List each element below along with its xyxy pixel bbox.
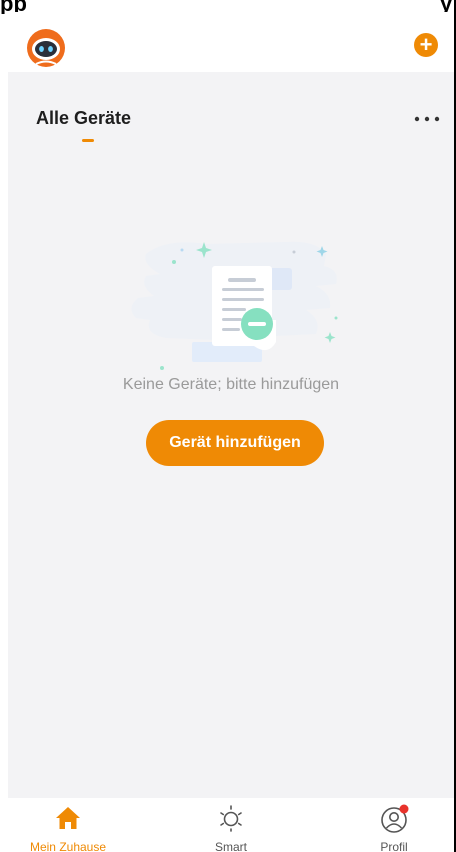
- add-device-button[interactable]: Gerät hinzufügen: [146, 420, 324, 466]
- app-header: +: [8, 12, 454, 72]
- active-tab-indicator: [82, 139, 94, 142]
- nav-item-home[interactable]: Mein Zuhause: [8, 798, 128, 852]
- robot-avatar-icon[interactable]: [26, 28, 66, 68]
- nav-label-profile: Profil: [380, 840, 408, 852]
- add-device-icon[interactable]: +: [414, 33, 438, 57]
- home-icon: [56, 807, 80, 829]
- section-title[interactable]: Alle Geräte: [36, 108, 131, 129]
- nav-label-smart: Smart: [214, 840, 247, 852]
- empty-list-illustration: [131, 241, 338, 370]
- empty-state-message: Keine Geräte; bitte hinzufügen: [122, 376, 340, 393]
- more-dots-icon[interactable]: [414, 115, 440, 123]
- app-screen: + Alle Geräte Keine Geräte; bitte hinzuf…: [8, 12, 454, 852]
- profile-icon: [381, 804, 409, 833]
- nav-item-profile[interactable]: Profil: [334, 798, 454, 852]
- notification-badge: [399, 804, 409, 814]
- sun-icon: [220, 805, 242, 832]
- bottom-navigation: Mein Zuhause Smart Profil: [8, 798, 454, 852]
- nav-item-smart[interactable]: Smart: [171, 798, 291, 852]
- nav-label-home: Mein Zuhause: [29, 840, 107, 852]
